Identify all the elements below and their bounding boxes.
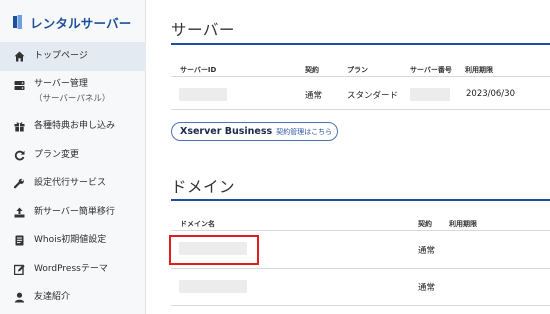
sidebar-item-server-panel[interactable]: サーバー管理 （サーバーパネル） xyxy=(0,71,146,113)
main-content: サーバー サーバーID 契約 プラン サーバー番号 利用期限 通常 スタンダード… xyxy=(146,0,550,314)
server-expiry-value: 2023/06/30 xyxy=(466,89,515,99)
sidebar-item-wordpress-theme[interactable]: WordPressテーマ xyxy=(0,255,146,284)
sidebar-item-label: Whois初期値設定 xyxy=(34,235,107,246)
contract-header: 契約 xyxy=(305,66,319,74)
sidebar-item-referral[interactable]: 友達紹介 xyxy=(0,284,146,313)
sidebar-item-text: サーバー管理 （サーバーパネル） xyxy=(34,78,110,106)
expiry-header: 利用期限 xyxy=(465,66,493,74)
domain-contract-header: 契約 xyxy=(418,220,432,228)
plan-header: プラン xyxy=(347,66,368,74)
sidebar-item-label: サーバー管理 xyxy=(34,78,88,89)
brand-title: レンタルサーバー xyxy=(30,15,132,31)
domain-contract-value: 通常 xyxy=(418,283,436,293)
server-id-header: サーバーID xyxy=(180,66,217,74)
sidebar-item-label: 設定代行サービス xyxy=(34,178,107,189)
row-divider xyxy=(171,268,550,269)
sidebar-item-label: 各種特典お申し込み xyxy=(34,121,116,132)
row-divider xyxy=(171,109,550,110)
server-contract-value: 通常 xyxy=(305,91,323,101)
document-icon xyxy=(15,235,24,246)
header-divider xyxy=(171,230,550,231)
header-divider xyxy=(171,76,550,77)
upload-icon xyxy=(14,207,25,218)
sidebar-item-benefits[interactable]: 各種特典お申し込み xyxy=(0,113,146,142)
home-icon xyxy=(14,51,25,62)
sidebar-item-top[interactable]: トップページ xyxy=(0,42,146,71)
xserver-business-button[interactable]: Xserver Business 契約管理はこちら xyxy=(171,122,338,141)
server-icon xyxy=(14,80,25,90)
xserver-business-brand: Xserver Business xyxy=(180,126,273,137)
sidebar-item-plan-change[interactable]: プラン変更 xyxy=(0,141,146,170)
sidebar-item-setup-service[interactable]: 設定代行サービス xyxy=(0,170,146,199)
domain-name-value[interactable] xyxy=(179,280,247,293)
server-number-value xyxy=(410,88,450,101)
gift-icon xyxy=(14,122,25,132)
server-id-value xyxy=(179,88,227,101)
sidebar-item-whois[interactable]: Whois初期値設定 xyxy=(0,227,146,256)
row-divider xyxy=(171,305,550,306)
sidebar-nav: トップページ サーバー管理 （サーバーパネル） 各種特典お申し込み プラン変更 … xyxy=(0,42,146,312)
refresh-icon xyxy=(14,150,25,161)
app-window: レンタルサーバー トップページ サーバー管理 （サーバーパネル） 各種特典お申し… xyxy=(0,0,550,314)
highlight-box xyxy=(169,235,259,265)
domain-name-header: ドメイン名 xyxy=(180,220,215,228)
sidebar: レンタルサーバー トップページ サーバー管理 （サーバーパネル） 各種特典お申し… xyxy=(0,0,146,314)
sidebar-item-label: トップページ xyxy=(34,50,88,61)
sidebar-item-label: 新サーバー簡単移行 xyxy=(34,206,115,217)
edit-icon xyxy=(14,264,25,275)
domain-contract-value: 通常 xyxy=(418,246,436,256)
sidebar-item-label: WordPressテーマ xyxy=(34,263,108,274)
server-section-rule xyxy=(171,43,550,45)
server-plan-value: スタンダード xyxy=(347,91,399,101)
xserver-logo-icon xyxy=(13,15,22,29)
sidebar-item-migration[interactable]: 新サーバー簡単移行 xyxy=(0,198,146,227)
wrench-icon xyxy=(14,178,24,189)
brand[interactable]: レンタルサーバー xyxy=(13,13,131,31)
domain-expiry-header: 利用期限 xyxy=(449,220,477,228)
domain-section-title: ドメイン xyxy=(171,178,236,196)
server-number-header: サーバー番号 xyxy=(410,66,452,74)
server-section-title: サーバー xyxy=(171,21,235,39)
contract-management-link: 契約管理はこちら xyxy=(276,127,333,136)
domain-section-rule xyxy=(171,199,550,201)
sidebar-item-sublabel: （サーバーパネル） xyxy=(34,93,111,104)
sidebar-item-label: プラン変更 xyxy=(34,149,80,160)
user-icon xyxy=(14,292,25,303)
sidebar-item-label: 友達紹介 xyxy=(34,292,71,303)
